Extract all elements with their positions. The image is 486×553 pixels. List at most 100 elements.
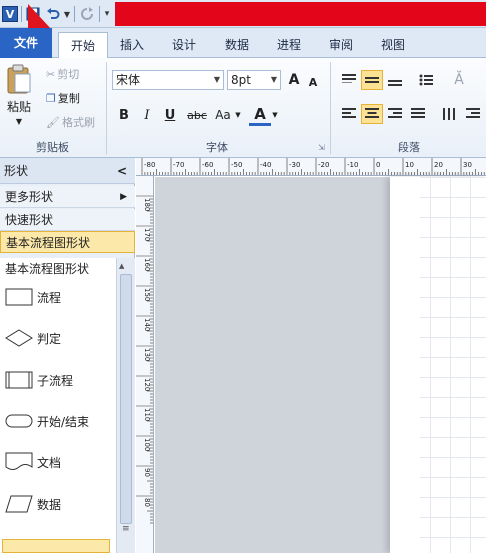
ribbon: 粘贴 ▼ ✂ 剪切 ❐ 复制 🖌 格式刷 剪贴板 宋体 ▼ 8pt ▼ A A …: [0, 58, 486, 158]
process-shape-icon: [5, 288, 33, 306]
shape-document[interactable]: 文档: [5, 449, 61, 475]
brush-icon: 🖌: [46, 115, 60, 129]
dialog-launcher-icon[interactable]: ⇲: [318, 143, 325, 152]
vertical-ruler: 180 170 160 150 140 130 120 110 100 90 80: [136, 176, 154, 553]
more-shapes-item[interactable]: 更多形状 ▶: [0, 186, 135, 208]
drawing-canvas[interactable]: [155, 177, 486, 553]
ruler-label: -40: [260, 161, 271, 169]
align-right-icon[interactable]: [384, 104, 406, 124]
shape-data[interactable]: 数据: [5, 491, 61, 517]
more-shapes-label: 更多形状: [5, 190, 54, 204]
shapes-panel: 形状 < 更多形状 ▶ 快速形状 基本流程图形状 基本流程图形状 流程 判定 子…: [0, 158, 135, 553]
clipboard-icon[interactable]: [4, 62, 34, 96]
copy-label: 复制: [57, 92, 80, 105]
drawing-page[interactable]: [390, 177, 486, 553]
shape-label: 流程: [37, 290, 62, 305]
ruler-label: 170: [143, 228, 151, 241]
stencil-scrollbar[interactable]: ▲ ≡: [116, 258, 135, 553]
ruler-label: 150: [143, 288, 151, 301]
shape-label: 判定: [37, 331, 62, 346]
shapes-panel-title: 形状: [4, 164, 29, 178]
tab-design[interactable]: 设计: [164, 32, 204, 58]
paste-dropdown-icon[interactable]: ▼: [10, 116, 28, 126]
collapse-panel-icon[interactable]: <: [117, 158, 127, 184]
ruler-label: 80: [143, 498, 151, 507]
underline-button[interactable]: U: [159, 104, 181, 126]
tab-insert[interactable]: 插入: [112, 32, 152, 58]
tab-review[interactable]: 审阅: [321, 32, 361, 58]
paragraph-group-label: 段落: [398, 141, 420, 154]
page-margin: [390, 177, 420, 553]
decision-shape-icon: [5, 329, 33, 347]
format-painter-label: 格式刷: [61, 116, 95, 129]
group-divider: [330, 62, 331, 154]
grow-font-button[interactable]: A: [285, 70, 303, 90]
ribbon-tabs: 文件 开始 插入 设计 数据 进程 审阅 视图: [0, 28, 486, 58]
shape-decision[interactable]: 判定: [5, 325, 61, 351]
copy-icon: ❐: [46, 91, 56, 105]
align-top-icon[interactable]: [338, 70, 360, 90]
justify-icon[interactable]: [407, 104, 429, 124]
tab-file[interactable]: 文件: [0, 28, 52, 58]
scrollbar-thumb[interactable]: [120, 274, 132, 524]
cut-button[interactable]: ✂ 剪切: [46, 66, 79, 82]
shapes-panel-header: 形状 <: [0, 158, 135, 184]
scissors-icon: ✂: [46, 67, 56, 81]
quick-shapes-item[interactable]: 快速形状: [0, 209, 135, 231]
ruler-label: -60: [202, 161, 213, 169]
shrink-font-button[interactable]: A: [304, 72, 322, 92]
bold-button[interactable]: B: [113, 104, 135, 126]
scroll-grip-icon: ≡: [122, 524, 130, 534]
font-color-button[interactable]: A: [249, 104, 271, 126]
more-shapes-strip[interactable]: [2, 539, 110, 553]
text-style-icon[interactable]: Ă: [448, 70, 470, 90]
basic-flowchart-stencil-item[interactable]: 基本流程图形状: [0, 231, 135, 253]
shape-label: 文档: [37, 455, 62, 470]
ruler-label: 110: [143, 408, 151, 421]
change-case-button[interactable]: Aa: [211, 104, 235, 126]
tab-view[interactable]: 视图: [373, 32, 413, 58]
align-middle-icon[interactable]: [361, 70, 383, 90]
bullets-icon[interactable]: [415, 70, 437, 90]
ruler-label: -20: [318, 161, 329, 169]
ruler-label: 20: [434, 161, 443, 169]
data-shape-icon: [5, 495, 33, 513]
ruler-label: 100: [143, 438, 151, 451]
clipboard-group-label: 剪贴板: [36, 141, 69, 154]
scroll-up-icon[interactable]: ▲: [119, 262, 124, 270]
shape-label: 子流程: [37, 373, 74, 388]
align-left-icon[interactable]: [338, 104, 360, 124]
shape-process[interactable]: 流程: [5, 284, 61, 310]
align-center-icon[interactable]: [361, 104, 383, 124]
font-name-select[interactable]: 宋体 ▼: [112, 70, 224, 90]
shape-subprocess[interactable]: 子流程: [5, 367, 73, 393]
ruler-label: 30: [463, 161, 472, 169]
chevron-right-icon: ▶: [120, 192, 127, 202]
indent-icon[interactable]: [462, 104, 484, 124]
cut-label: 剪切: [57, 68, 80, 81]
text-direction-icon[interactable]: [438, 104, 460, 124]
ruler-label: -50: [231, 161, 242, 169]
font-group-label: 字体: [206, 141, 228, 154]
paste-button[interactable]: 粘贴: [2, 98, 36, 114]
terminator-shape-icon: [5, 414, 33, 428]
group-divider: [106, 62, 107, 154]
italic-button[interactable]: I: [136, 104, 158, 126]
ruler-label: 90: [143, 468, 151, 477]
ruler-label: -30: [289, 161, 300, 169]
ruler-label: 10: [405, 161, 414, 169]
tab-process[interactable]: 进程: [269, 32, 309, 58]
chevron-down-icon[interactable]: ▼: [271, 104, 279, 126]
ruler-label: -70: [173, 161, 184, 169]
copy-button[interactable]: ❐ 复制: [46, 90, 80, 106]
chevron-down-icon: ▼: [213, 75, 221, 84]
tab-home[interactable]: 开始: [58, 32, 108, 58]
stencil-title: 基本流程图形状: [5, 262, 90, 276]
chevron-down-icon[interactable]: ▼: [234, 104, 242, 126]
strikethrough-button[interactable]: abc: [184, 104, 210, 126]
font-size-select[interactable]: 8pt ▼: [227, 70, 281, 90]
format-painter-button[interactable]: 🖌 格式刷: [46, 114, 95, 130]
shape-start-end[interactable]: 开始/结束: [5, 408, 89, 434]
tab-data[interactable]: 数据: [217, 32, 257, 58]
align-bottom-icon[interactable]: [384, 70, 406, 90]
